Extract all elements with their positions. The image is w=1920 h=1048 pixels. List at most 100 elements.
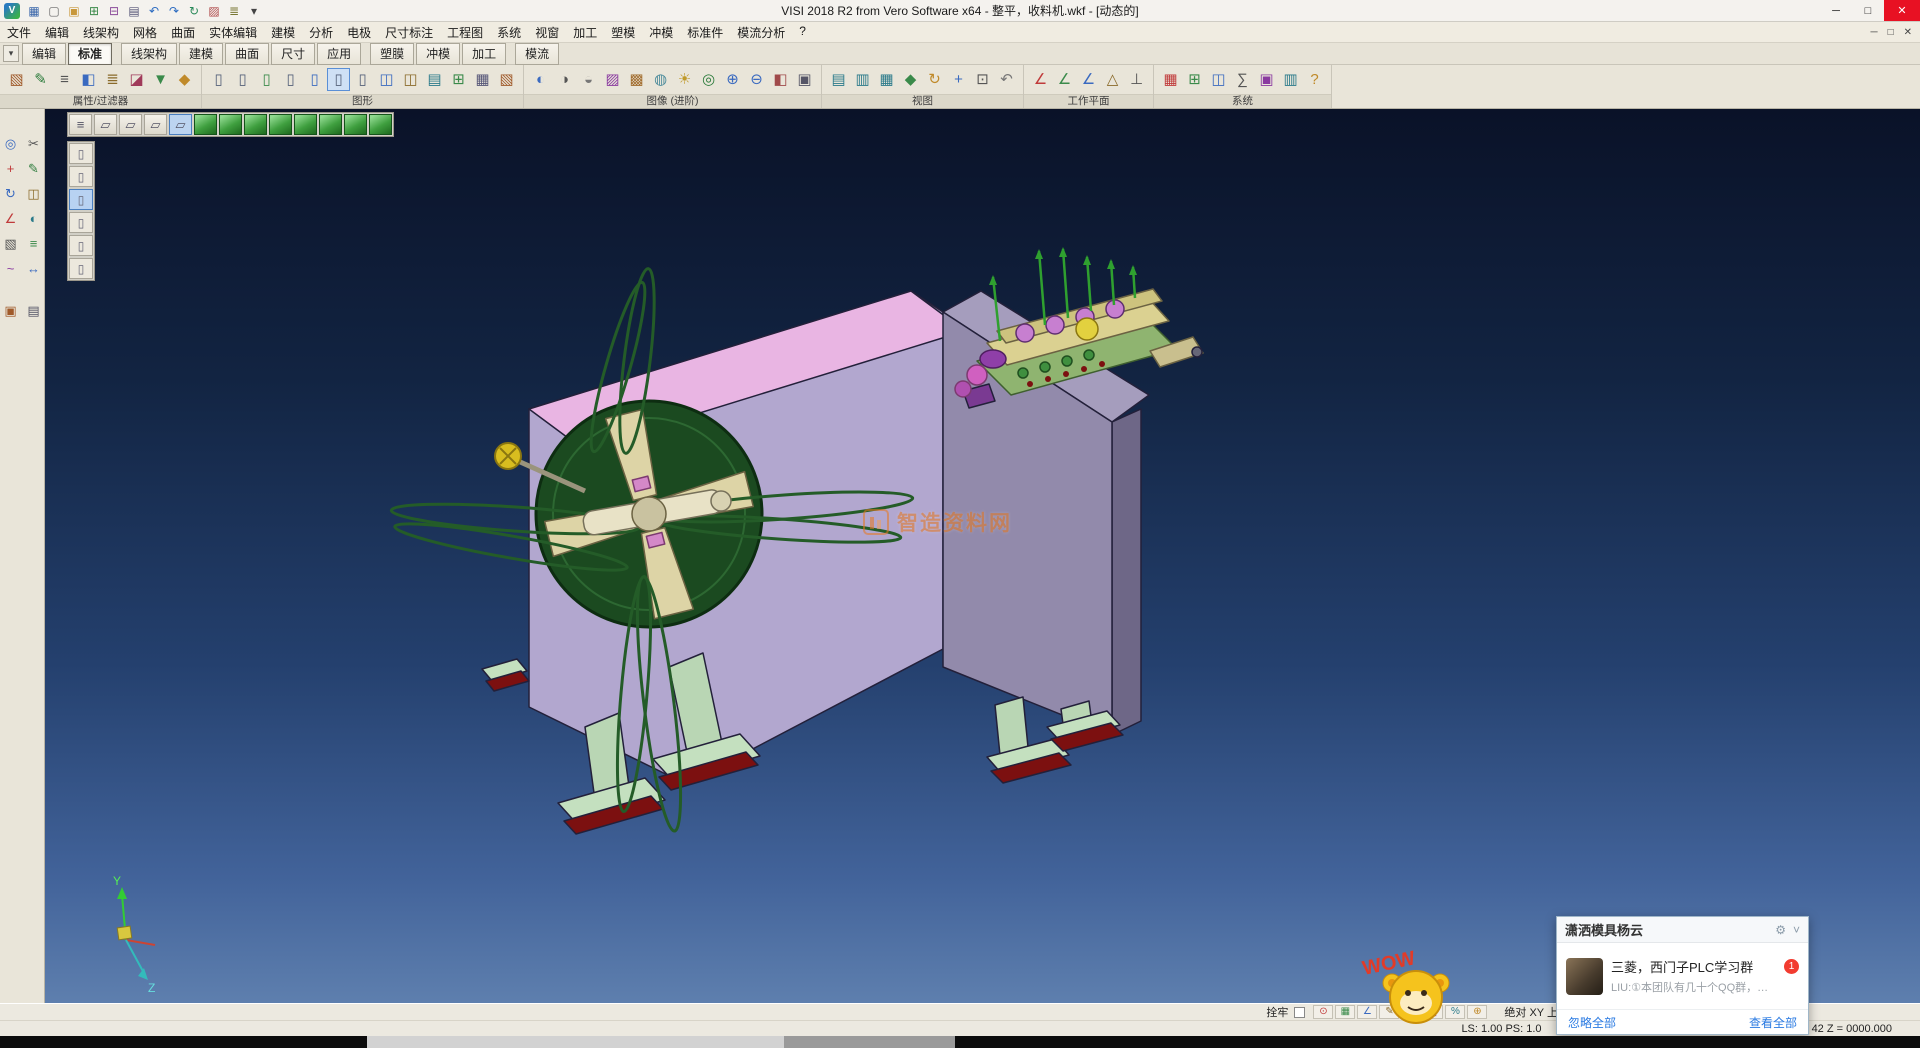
scissors-icon[interactable]: ✂ xyxy=(24,133,44,153)
taskbar[interactable] xyxy=(0,1036,1920,1048)
layer-filter-icon[interactable]: ≣ xyxy=(101,68,124,91)
iso-view-8-icon[interactable] xyxy=(369,114,392,135)
notification-item[interactable]: 三菱，西门子PLC学习群 1 LIU:①本团队有几十个QQ群，… xyxy=(1557,943,1808,1009)
dimension-icon[interactable]: ↔ xyxy=(24,258,44,278)
chevron-down-icon[interactable]: ˅ xyxy=(1793,923,1800,937)
sheet-icon[interactable]: ▯ xyxy=(279,68,302,91)
workplane-xy-icon[interactable]: ∠ xyxy=(1029,68,1052,91)
texture-icon[interactable]: ▩ xyxy=(625,68,648,91)
maximize-button[interactable]: □ xyxy=(1852,0,1884,21)
iso-view-1-icon[interactable] xyxy=(194,114,217,135)
frame-icon[interactable]: ▯ xyxy=(351,68,374,91)
rotate-view-icon[interactable]: ↻ xyxy=(923,68,946,91)
workflow-tab[interactable]: 线架构 xyxy=(121,43,177,65)
view-top-icon[interactable]: ▥ xyxy=(851,68,874,91)
menu-item[interactable]: 网格 xyxy=(126,22,164,43)
grid-plane-icon[interactable]: ◫ xyxy=(399,68,422,91)
clip-plane-icon[interactable]: ◧ xyxy=(769,68,792,91)
iso-view-2-icon[interactable] xyxy=(219,114,242,135)
print-icon[interactable]: ▤ xyxy=(125,2,143,19)
menu-item[interactable]: 编辑 xyxy=(38,22,76,43)
menu-item[interactable]: 冲模 xyxy=(642,22,680,43)
menu-item[interactable]: 加工 xyxy=(566,22,604,43)
undo-icon[interactable]: ↶ xyxy=(145,2,163,19)
menu-item[interactable]: 实体编辑 xyxy=(202,22,264,43)
menu-item[interactable]: 尺寸标注 xyxy=(378,22,440,43)
edit-point-icon[interactable]: ✎ xyxy=(24,158,44,178)
menu-item[interactable]: 塑模 xyxy=(604,22,642,43)
palette-icon[interactable]: ▨ xyxy=(205,2,223,19)
menu-item[interactable]: 标准件 xyxy=(680,22,730,43)
status-snap-icon[interactable]: ⊙ xyxy=(1313,1005,1333,1019)
new-file-icon[interactable]: ▢ xyxy=(45,2,63,19)
snapshot-icon[interactable]: ▣ xyxy=(793,68,816,91)
viewport-icon[interactable]: ◫ xyxy=(375,68,398,91)
color-filter-icon[interactable]: ◧ xyxy=(77,68,100,91)
view-dynamic-icon[interactable]: ▱ xyxy=(169,114,192,135)
system-settings-icon[interactable]: ▦ xyxy=(1159,68,1182,91)
magnet-filter-icon[interactable]: ◪ xyxy=(125,68,148,91)
dropdown-arrow-icon[interactable]: ▾ xyxy=(245,2,263,19)
machine-model[interactable]: Y Z xyxy=(45,109,1920,1003)
pan-view-icon[interactable]: + xyxy=(947,68,970,91)
view-front-icon[interactable]: ▤ xyxy=(827,68,850,91)
3d-viewport[interactable]: Y Z ≡▱▱▱▱ ▯▯▯▯▯▯ 智造资料网 xyxy=(45,109,1920,1003)
workplane-reset-icon[interactable]: ⊥ xyxy=(1125,68,1148,91)
print-preview-icon[interactable]: ▤ xyxy=(24,300,44,320)
light-icon[interactable]: ☀ xyxy=(673,68,696,91)
gear-icon[interactable]: ⚙ xyxy=(1775,923,1786,937)
section-plane-icon[interactable]: ▤ xyxy=(423,68,446,91)
calculator-icon[interactable]: ∑ xyxy=(1231,68,1254,91)
menu-item[interactable]: 模流分析 xyxy=(730,22,792,43)
menu-item[interactable]: 建模 xyxy=(264,22,302,43)
macro-icon[interactable]: ▣ xyxy=(1255,68,1278,91)
workplane-free-icon[interactable]: △ xyxy=(1101,68,1124,91)
views-panel-icon[interactable]: ▯ xyxy=(69,258,93,279)
shaded-view-icon[interactable]: ◐ xyxy=(529,68,552,91)
sketch-plane-icon[interactable]: ▯ xyxy=(303,68,326,91)
menu-item[interactable]: 分析 xyxy=(302,22,340,43)
zoom-icon[interactable]: ◎ xyxy=(1,133,21,153)
history-panel-icon[interactable]: ▯ xyxy=(69,143,93,164)
view-plane-icon[interactable]: ▯ xyxy=(255,68,278,91)
menu-item[interactable]: 系统 xyxy=(490,22,528,43)
close-button[interactable]: ✕ xyxy=(1884,0,1920,21)
iso-view-6-icon[interactable] xyxy=(319,114,342,135)
workflow-tab[interactable]: 加工 xyxy=(462,43,506,65)
open-drawing-icon[interactable]: ▯ xyxy=(231,68,254,91)
menu-item[interactable]: 工程图 xyxy=(440,22,490,43)
rotate-icon[interactable]: ↻ xyxy=(1,183,21,203)
workflow-tab[interactable]: 标准 xyxy=(68,43,112,65)
ignore-all-link[interactable]: 忽略全部 xyxy=(1568,1014,1616,1031)
grid-settings-icon[interactable]: ⊞ xyxy=(1183,68,1206,91)
import-icon[interactable]: ⊞ xyxy=(85,2,103,19)
pen-style-icon[interactable]: ✎ xyxy=(29,68,52,91)
iso-view-5-icon[interactable] xyxy=(294,114,317,135)
workflow-tab[interactable]: 曲面 xyxy=(225,43,269,65)
workflow-tab[interactable]: 塑膜 xyxy=(370,43,414,65)
clipboard-panel-icon[interactable]: ▯ xyxy=(69,189,93,210)
curve-icon[interactable]: ~ xyxy=(1,258,21,278)
previous-view-icon[interactable]: ↶ xyxy=(995,68,1018,91)
zoom-in-icon[interactable]: ⊕ xyxy=(721,68,744,91)
iso-view-7-icon[interactable] xyxy=(344,114,367,135)
wireframe-view-icon[interactable]: ◑ xyxy=(553,68,576,91)
workplane-icon[interactable]: ∠ xyxy=(1,208,21,228)
camera-icon[interactable]: ◎ xyxy=(697,68,720,91)
measure-icon[interactable]: ≡ xyxy=(24,233,44,253)
lock-checkbox[interactable] xyxy=(1294,1007,1305,1018)
menu-item[interactable]: 电极 xyxy=(340,22,378,43)
refresh-icon[interactable]: ↻ xyxy=(185,2,203,19)
workplane-yz-icon[interactable]: ∠ xyxy=(1077,68,1100,91)
surface-icon[interactable]: ◐ xyxy=(24,208,44,228)
mirror-icon[interactable]: ◫ xyxy=(24,183,44,203)
move-icon[interactable]: + xyxy=(1,158,21,178)
zoom-out-icon[interactable]: ⊖ xyxy=(745,68,768,91)
view-wireframe-icon[interactable]: ▱ xyxy=(119,114,142,135)
hidden-line-icon[interactable]: ◒ xyxy=(577,68,600,91)
export-icon[interactable]: ⊟ xyxy=(105,2,123,19)
menu-item[interactable]: 线架构 xyxy=(76,22,126,43)
database-icon[interactable]: ▥ xyxy=(1279,68,1302,91)
view-all-link[interactable]: 查看全部 xyxy=(1749,1014,1797,1031)
workflow-tab[interactable]: 应用 xyxy=(317,43,361,65)
